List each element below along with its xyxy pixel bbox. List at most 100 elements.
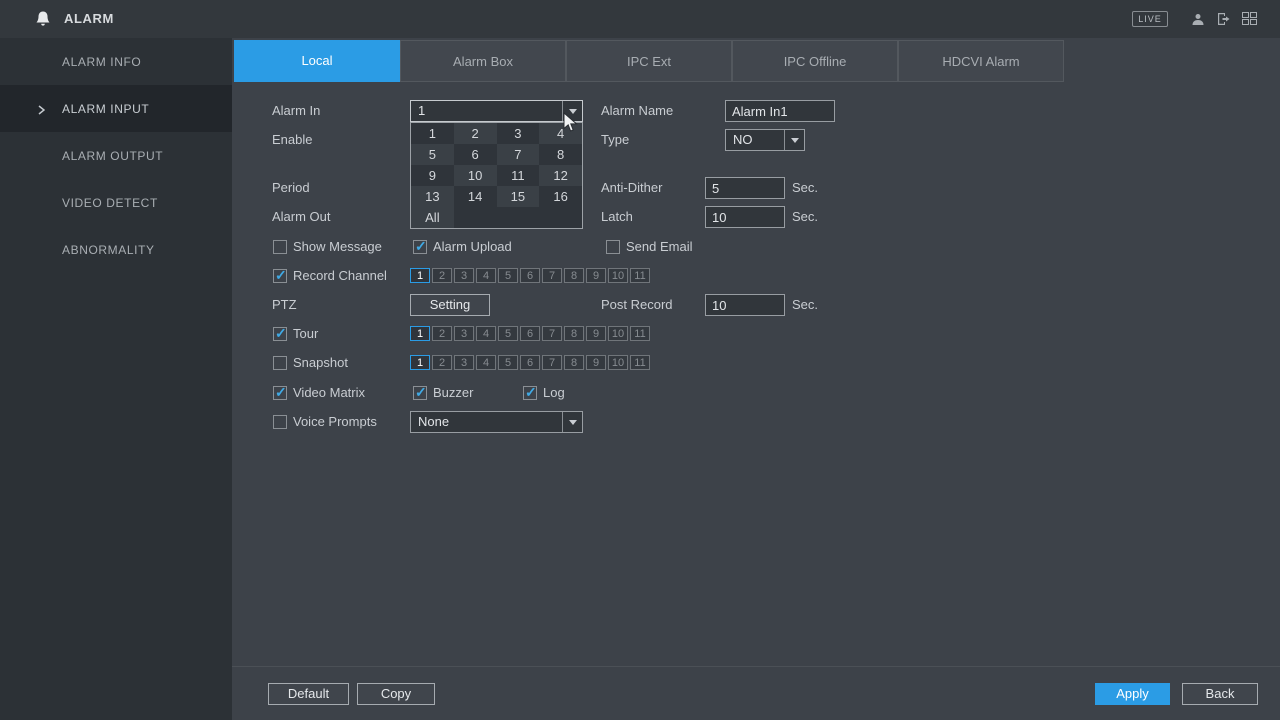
alarm-in-label: Alarm In xyxy=(272,100,320,122)
latch-input[interactable] xyxy=(705,206,785,228)
channel-button[interactable]: 9 xyxy=(586,326,606,341)
channel-button[interactable]: 1 xyxy=(410,268,430,283)
sidebar-item-abnormality[interactable]: ABNORMALITY xyxy=(0,226,232,273)
tab-hdcvi-alarm[interactable]: HDCVI Alarm xyxy=(898,40,1064,82)
channel-button[interactable]: 5 xyxy=(498,326,518,341)
channel-button[interactable]: 8 xyxy=(564,268,584,283)
channel-button[interactable]: 1 xyxy=(410,355,430,370)
channel-button[interactable]: 4 xyxy=(476,326,496,341)
alarm-in-select[interactable]: 1 xyxy=(410,100,583,122)
post-record-input[interactable] xyxy=(705,294,785,316)
tab-local[interactable]: Local xyxy=(234,40,400,82)
user-icon[interactable] xyxy=(1191,12,1205,31)
dropdown-option[interactable]: 10 xyxy=(454,165,497,186)
dropdown-option[interactable]: 3 xyxy=(497,123,540,144)
channel-button[interactable]: 6 xyxy=(520,355,540,370)
voice-prompts-value: None xyxy=(418,414,449,429)
tour-checkbox[interactable] xyxy=(273,327,287,341)
sidebar-item-alarm-info[interactable]: ALARM INFO xyxy=(0,38,232,85)
channel-button[interactable]: 2 xyxy=(432,355,452,370)
display-layout-icon[interactable] xyxy=(1242,12,1257,30)
dropdown-option[interactable]: 4 xyxy=(539,123,582,144)
channel-button[interactable]: 4 xyxy=(476,355,496,370)
default-button[interactable]: Default xyxy=(268,683,349,705)
channel-button[interactable]: 1 xyxy=(410,326,430,341)
channel-button[interactable]: 4 xyxy=(476,268,496,283)
record-channel-checkbox[interactable] xyxy=(273,269,287,283)
channel-button[interactable]: 5 xyxy=(498,355,518,370)
tab-ipc-offline[interactable]: IPC Offline xyxy=(732,40,898,82)
channel-button[interactable]: 10 xyxy=(608,326,628,341)
channel-button[interactable]: 2 xyxy=(432,326,452,341)
dropdown-option[interactable]: 11 xyxy=(497,165,540,186)
sidebar-item-alarm-output[interactable]: ALARM OUTPUT xyxy=(0,132,232,179)
channel-button[interactable]: 10 xyxy=(608,355,628,370)
dropdown-option[interactable]: 8 xyxy=(539,144,582,165)
alarm-in-dropdown: 1 2 3 4 5 6 7 8 9 10 11 12 13 14 15 16 xyxy=(410,122,583,229)
dropdown-option[interactable]: 9 xyxy=(411,165,454,186)
type-select[interactable]: NO xyxy=(725,129,805,151)
footer-divider xyxy=(232,666,1280,667)
chevron-down-icon[interactable] xyxy=(562,412,582,432)
tab-ipc-ext[interactable]: IPC Ext xyxy=(566,40,732,82)
dropdown-option[interactable]: 15 xyxy=(497,186,540,207)
channel-button[interactable]: 6 xyxy=(520,326,540,341)
video-matrix-checkbox[interactable] xyxy=(273,386,287,400)
voice-prompts-label: Voice Prompts xyxy=(293,411,377,433)
dropdown-option[interactable]: 2 xyxy=(454,123,497,144)
channel-button[interactable]: 8 xyxy=(564,355,584,370)
channel-button[interactable]: 7 xyxy=(542,326,562,341)
channel-button[interactable]: 9 xyxy=(586,268,606,283)
channel-button[interactable]: 8 xyxy=(564,326,584,341)
ptz-setting-button[interactable]: Setting xyxy=(410,294,490,316)
dropdown-option-all[interactable]: All xyxy=(411,207,454,228)
dropdown-option[interactable]: 7 xyxy=(497,144,540,165)
post-record-label: Post Record xyxy=(601,294,673,316)
voice-prompts-checkbox[interactable] xyxy=(273,415,287,429)
sidebar-item-video-detect[interactable]: VIDEO DETECT xyxy=(0,179,232,226)
record-channel-strip: 1 2 3 4 5 6 7 8 9 10 11 xyxy=(410,268,650,283)
dropdown-option[interactable]: 14 xyxy=(454,186,497,207)
alarm-name-input[interactable] xyxy=(725,100,835,122)
channel-button[interactable]: 3 xyxy=(454,355,474,370)
apply-button[interactable]: Apply xyxy=(1095,683,1170,705)
logout-icon[interactable] xyxy=(1216,12,1232,31)
dropdown-option[interactable]: 13 xyxy=(411,186,454,207)
channel-button[interactable]: 7 xyxy=(542,268,562,283)
show-message-checkbox[interactable] xyxy=(273,240,287,254)
channel-button[interactable]: 5 xyxy=(498,268,518,283)
channel-button[interactable]: 7 xyxy=(542,355,562,370)
chevron-right-icon xyxy=(38,104,45,118)
channel-button[interactable]: 11 xyxy=(630,355,650,370)
sidebar-item-label: VIDEO DETECT xyxy=(62,196,158,210)
chevron-down-icon[interactable] xyxy=(562,101,582,121)
anti-dither-input[interactable] xyxy=(705,177,785,199)
chevron-down-icon[interactable] xyxy=(784,130,804,150)
dropdown-option[interactable]: 5 xyxy=(411,144,454,165)
dropdown-option[interactable]: 1 xyxy=(411,123,454,144)
channel-button[interactable]: 11 xyxy=(630,268,650,283)
snapshot-checkbox[interactable] xyxy=(273,356,287,370)
dropdown-option[interactable]: 12 xyxy=(539,165,582,186)
tab-alarm-box[interactable]: Alarm Box xyxy=(400,40,566,82)
live-button[interactable]: LIVE xyxy=(1132,11,1168,27)
channel-button[interactable]: 3 xyxy=(454,326,474,341)
channel-button[interactable]: 2 xyxy=(432,268,452,283)
channel-button[interactable]: 10 xyxy=(608,268,628,283)
channel-button[interactable]: 9 xyxy=(586,355,606,370)
snapshot-label: Snapshot xyxy=(293,352,348,374)
send-email-checkbox[interactable] xyxy=(606,240,620,254)
log-checkbox[interactable] xyxy=(523,386,537,400)
voice-prompts-select[interactable]: None xyxy=(410,411,583,433)
copy-button[interactable]: Copy xyxy=(357,683,435,705)
back-button[interactable]: Back xyxy=(1182,683,1258,705)
tab-bar: Local Alarm Box IPC Ext IPC Offline HDCV… xyxy=(234,40,1064,82)
dropdown-option[interactable]: 6 xyxy=(454,144,497,165)
sidebar-item-alarm-input[interactable]: ALARM INPUT xyxy=(0,85,232,132)
dropdown-option[interactable]: 16 xyxy=(539,186,582,207)
alarm-upload-checkbox[interactable] xyxy=(413,240,427,254)
channel-button[interactable]: 3 xyxy=(454,268,474,283)
buzzer-checkbox[interactable] xyxy=(413,386,427,400)
channel-button[interactable]: 6 xyxy=(520,268,540,283)
channel-button[interactable]: 11 xyxy=(630,326,650,341)
